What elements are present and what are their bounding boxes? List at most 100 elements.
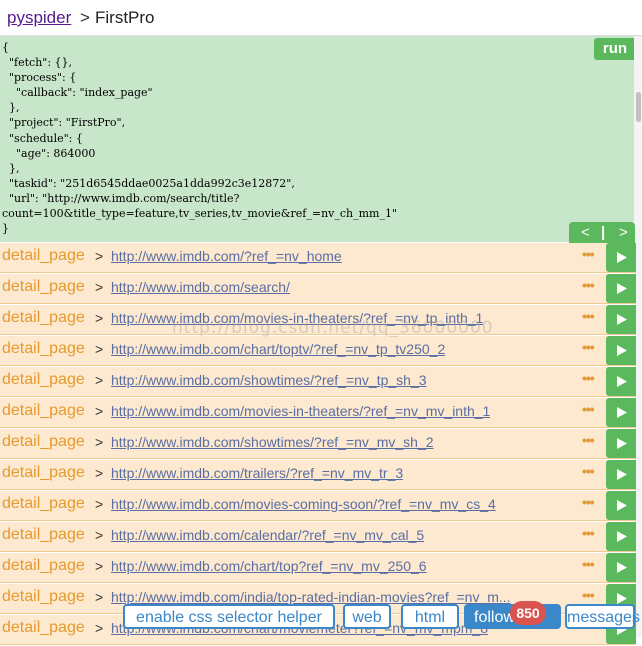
task-json-text: { "fetch": {}, "process": { "callback": … — [2, 41, 398, 236]
follow-url-link[interactable]: http://www.imdb.com/movies-in-theaters/?… — [111, 403, 490, 419]
callback-name: detail_page — [2, 526, 85, 543]
follow-row: detail_page > http://www.imdb.com/showtime… — [0, 367, 636, 397]
more-icon[interactable]: ••• — [582, 339, 595, 355]
watermark: http://blog.csdn.net/qq_36000000 — [172, 318, 494, 338]
more-icon[interactable]: ••• — [582, 277, 595, 293]
play-icon — [617, 407, 627, 418]
more-icon[interactable]: ••• — [582, 587, 595, 603]
row-separator: > — [95, 558, 104, 574]
run-follow-button[interactable] — [606, 398, 636, 427]
top-bar: pyspider > FirstPro — [0, 0, 642, 36]
play-icon — [617, 593, 627, 604]
follow-url-link[interactable]: http://www.imdb.com/calendar/?ref_=nv_mv… — [111, 527, 424, 543]
play-icon — [617, 562, 627, 573]
callback-name: detail_page — [2, 402, 85, 419]
follow-row: detail_page > http://www.imdb.com/showtime… — [0, 429, 636, 459]
play-icon — [617, 469, 627, 480]
run-button[interactable]: run — [594, 38, 636, 60]
more-icon[interactable]: ••• — [582, 494, 595, 510]
messages-tab[interactable]: messages — [565, 604, 640, 629]
play-icon — [617, 283, 627, 294]
play-icon — [617, 252, 627, 263]
follow-row: detail_page > http://www.imdb.com/chart/to… — [0, 553, 636, 583]
more-icon[interactable]: ••• — [582, 308, 595, 324]
callback-name: detail_page — [2, 495, 85, 512]
play-icon — [617, 376, 627, 387]
callback-name: detail_page — [2, 247, 85, 264]
callback-name: detail_page — [2, 588, 85, 605]
next-button[interactable]: > — [619, 224, 628, 241]
more-icon[interactable]: ••• — [582, 432, 595, 448]
row-separator: > — [95, 248, 104, 264]
play-icon — [617, 438, 627, 449]
run-follow-button[interactable] — [606, 274, 636, 303]
follow-url-link[interactable]: http://www.imdb.com/showtimes/?ref_=nv_t… — [111, 372, 427, 388]
project-name: FirstPro — [95, 8, 155, 27]
web-tab[interactable]: web — [343, 604, 391, 629]
run-follow-button[interactable] — [606, 460, 636, 489]
prev-button[interactable]: < — [581, 224, 590, 241]
follows-count-badge: 850 — [510, 601, 546, 625]
follow-row: detail_page > http://www.imdb.com/chart/to… — [0, 336, 636, 366]
scrollbar-thumb[interactable] — [636, 92, 641, 122]
html-tab[interactable]: html — [401, 604, 459, 629]
run-follow-button[interactable] — [606, 429, 636, 458]
follow-url-link[interactable]: http://www.imdb.com/showtimes/?ref_=nv_m… — [111, 434, 434, 450]
follow-row: detail_page > http://www.imdb.com/trailers… — [0, 460, 636, 490]
play-icon — [617, 345, 627, 356]
follow-url-link[interactable]: http://www.imdb.com/search/ — [111, 279, 290, 295]
more-icon[interactable]: ••• — [582, 246, 595, 262]
row-separator: > — [95, 403, 104, 419]
callback-name: detail_page — [2, 278, 85, 295]
row-separator: > — [95, 341, 104, 357]
task-json-panel: { "fetch": {}, "process": { "callback": … — [0, 36, 642, 242]
follow-url-link[interactable]: http://www.imdb.com/india/top-rated-indi… — [111, 589, 511, 605]
callback-name: detail_page — [2, 557, 85, 574]
follow-url-link[interactable]: http://www.imdb.com/chart/toptv/?ref_=nv… — [111, 341, 445, 357]
callback-name: detail_page — [2, 371, 85, 388]
more-icon[interactable]: ••• — [582, 370, 595, 386]
row-separator: > — [95, 372, 104, 388]
run-follow-button[interactable] — [606, 367, 636, 396]
run-follow-button[interactable] — [606, 336, 636, 365]
row-separator: > — [95, 434, 104, 450]
row-separator: > — [95, 589, 104, 605]
row-separator: > — [95, 527, 104, 543]
history-nav: < | > — [569, 222, 635, 244]
run-follow-button[interactable] — [606, 522, 636, 551]
run-follow-button[interactable] — [606, 553, 636, 582]
more-icon[interactable]: ••• — [582, 556, 595, 572]
breadcrumb-separator: > — [80, 8, 90, 27]
row-separator: > — [95, 465, 104, 481]
follow-row: detail_page > http://www.imdb.com/?ref_=nv… — [0, 243, 636, 273]
follow-url-link[interactable]: http://www.imdb.com/chart/top?ref_=nv_mv… — [111, 558, 427, 574]
follow-row: detail_page > http://www.imdb.com/calendar… — [0, 522, 636, 552]
more-icon[interactable]: ••• — [582, 525, 595, 541]
play-icon — [617, 500, 627, 511]
row-separator: > — [95, 620, 104, 636]
run-follow-button[interactable] — [606, 491, 636, 520]
callback-name: detail_page — [2, 340, 85, 357]
row-separator: > — [95, 279, 104, 295]
more-icon[interactable]: ••• — [582, 401, 595, 417]
more-icon[interactable]: ••• — [582, 463, 595, 479]
callback-name: detail_page — [2, 619, 85, 636]
follow-row: detail_page > http://www.imdb.com/movies-i… — [0, 398, 636, 428]
row-separator: > — [95, 496, 104, 512]
follow-url-link[interactable]: http://www.imdb.com/?ref_=nv_home — [111, 248, 342, 264]
callback-name: detail_page — [2, 464, 85, 481]
callback-name: detail_page — [2, 309, 85, 326]
nav-divider: | — [601, 224, 606, 241]
follows-list: detail_page > http://www.imdb.com/?ref_=nv… — [0, 243, 636, 646]
play-icon — [617, 531, 627, 542]
follow-url-link[interactable]: http://www.imdb.com/movies-coming-soon/?… — [111, 496, 496, 512]
follow-row: detail_page > http://www.imdb.com/search/ •… — [0, 274, 636, 304]
row-separator: > — [95, 310, 104, 326]
follow-row: detail_page > http://www.imdb.com/movies-c… — [0, 491, 636, 521]
follow-url-link[interactable]: http://www.imdb.com/trailers/?ref_=nv_mv… — [111, 465, 403, 481]
pyspider-link[interactable]: pyspider — [7, 8, 71, 28]
play-icon — [617, 314, 627, 325]
run-follow-button[interactable] — [606, 243, 636, 272]
run-follow-button[interactable] — [606, 305, 636, 334]
css-selector-helper-button[interactable]: enable css selector helper — [123, 604, 335, 629]
